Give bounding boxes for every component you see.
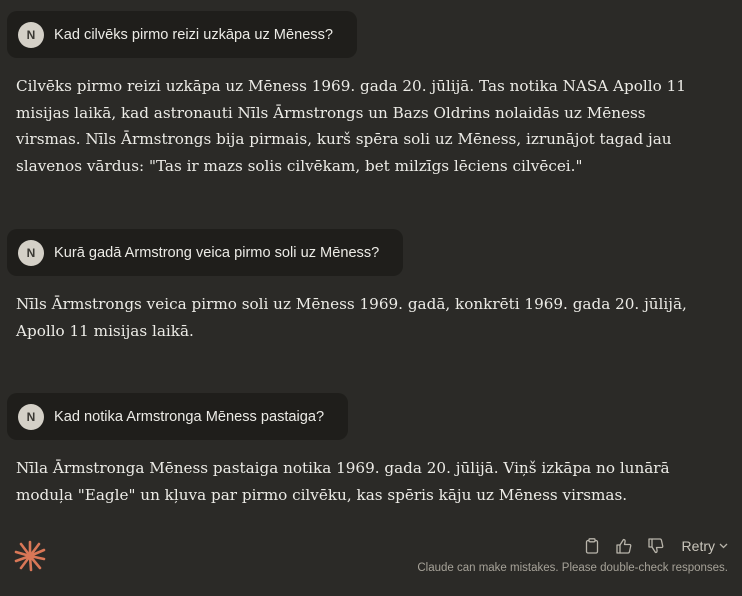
claude-logo-icon: [14, 540, 46, 572]
user-message: N Kad notika Armstronga Mēness pastaiga?: [7, 393, 349, 440]
chevron-down-icon: [719, 543, 728, 549]
copy-icon[interactable]: [582, 536, 602, 556]
assistant-response: Nīla Ārmstronga Mēness pastaiga notika 1…: [16, 459, 670, 504]
retry-label: Retry: [681, 538, 715, 554]
response-actions: Retry: [570, 536, 728, 556]
thumbs-up-icon[interactable]: [614, 536, 634, 556]
user-message: N Kad cilvēks pirmo reizi uzkāpa uz Mēne…: [7, 11, 358, 58]
user-message: N Kurā gadā Armstrong veica pirmo soli u…: [7, 229, 404, 276]
user-message-text: Kurā gadā Armstrong veica pirmo soli uz …: [54, 244, 380, 261]
retry-button[interactable]: Retry: [682, 538, 728, 554]
thumbs-down-icon[interactable]: [646, 536, 666, 556]
user-avatar: N: [18, 21, 44, 48]
user-avatar: N: [18, 403, 44, 430]
assistant-response: Cilvēks pirmo reizi uzkāpa uz Mēness 196…: [16, 77, 686, 175]
user-message-text: Kad notika Armstronga Mēness pastaiga?: [54, 408, 325, 425]
user-message-text: Kad cilvēks pirmo reizi uzkāpa uz Mēness…: [54, 26, 334, 43]
user-avatar: N: [18, 239, 44, 266]
disclaimer-text: Claude can make mistakes. Please double-…: [417, 562, 728, 574]
assistant-response: Nīls Ārmstrongs veica pirmo soli uz Mēne…: [16, 295, 687, 340]
